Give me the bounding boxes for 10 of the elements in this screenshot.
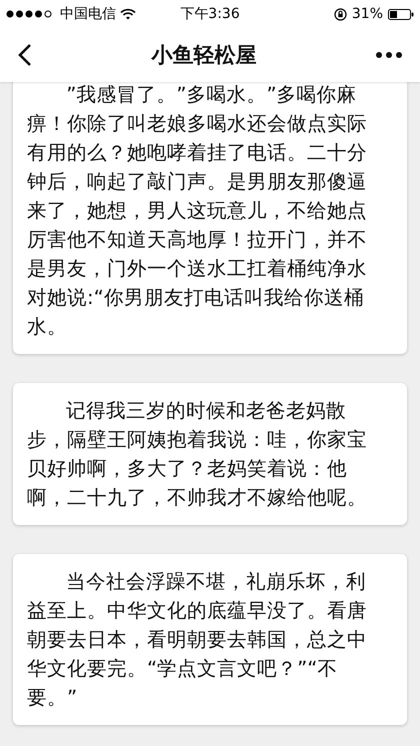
rotation-lock-icon [334, 8, 347, 20]
carrier-name: 中国电信 [60, 5, 116, 23]
page-title: 小鱼轻松屋 [152, 42, 256, 69]
battery-icon [388, 8, 414, 20]
wifi-icon [120, 8, 136, 20]
post-text: 当今社会浮躁不堪，礼崩乐坏，利益至上。中华文化的底蕴早没了。看唐朝要去日本，看明朝要去韩国，总之中华文化要完。“学点文言文吧？”“不要。” [27, 569, 368, 711]
status-time: 下午3:36 [180, 5, 240, 23]
battery-percent: 31% [352, 6, 384, 22]
post-text: 记得我三岁的时候和老爸老妈散步，隔壁王阿姨抱着我说：哇，你家宝贝好帅啊，多大了？老妈笑着说：他啊，二十九了，不帅我才不嫁给他呢。 [27, 398, 368, 511]
post-text: ”我感冒了。”多喝水。”多喝你麻痹！你除了叫老娘多喝水还会做点实际有用的么？她咆哮着挂了电话。二十分钟后，响起了敲门声。是男朋友那傻逼来了，她想，男人这玩意儿，不给她点厉害他不知道天高地厚！拉开门，并不是男友，门外一个送水工扛着桶纯净水对她说:“你男朋友打电话叫我给你送桶水。 [27, 82, 368, 340]
